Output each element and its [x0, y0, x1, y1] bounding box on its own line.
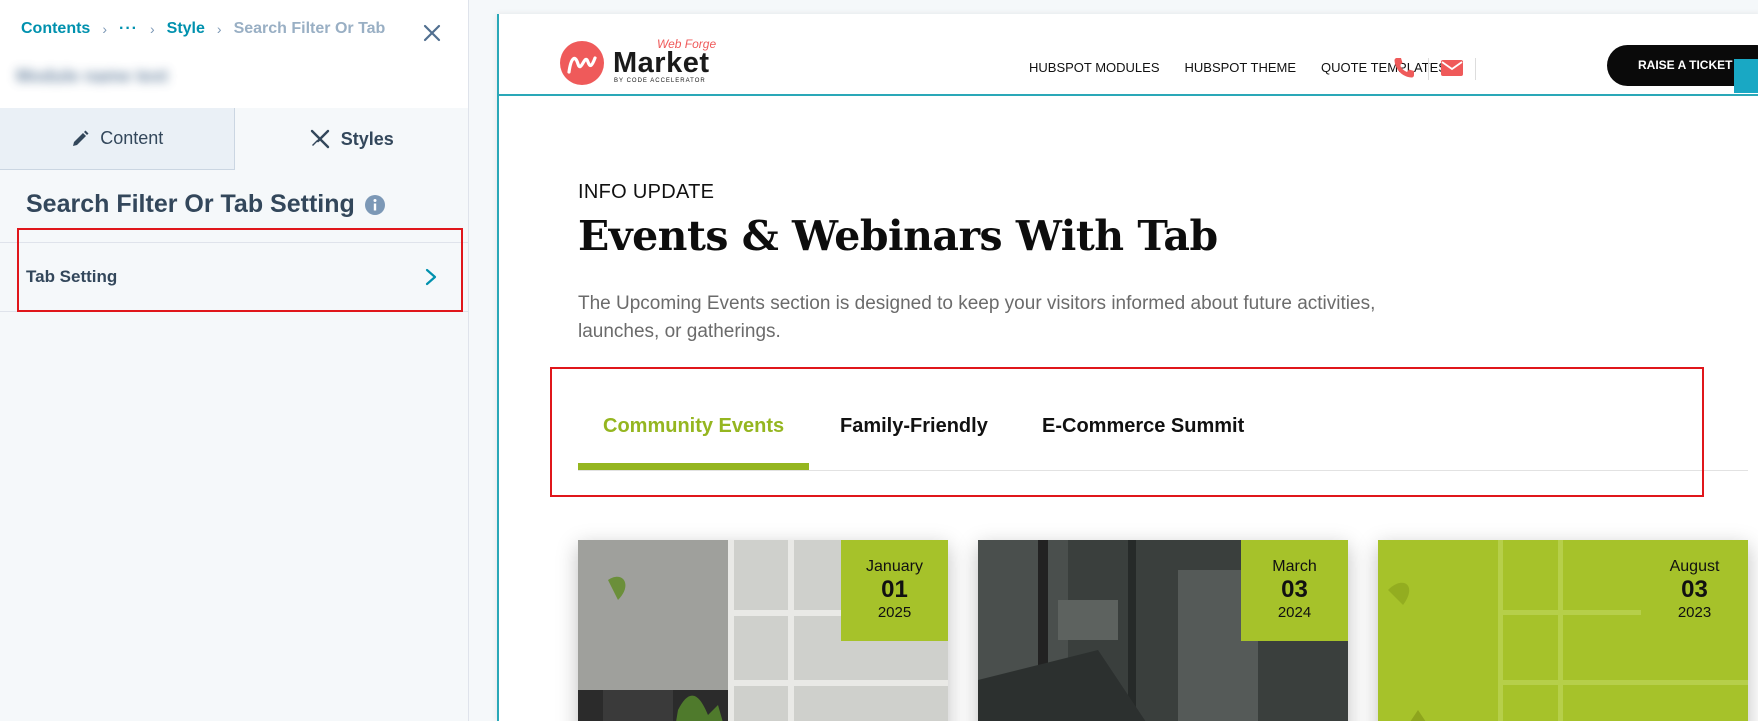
event-month: January [866, 558, 923, 575]
section-headline: Events & Webinars With Tab [578, 212, 1218, 260]
event-year: 2023 [1677, 604, 1712, 621]
logo-brand: Market [613, 47, 710, 79]
tab-content[interactable]: Content [0, 108, 235, 170]
close-icon[interactable] [419, 20, 445, 46]
breadcrumb-current: Search Filter Or Tab [233, 20, 386, 37]
event-month: August [1669, 558, 1720, 575]
tab-community-events[interactable]: Community Events [578, 404, 810, 470]
event-card[interactable]: March 03 2024 [978, 540, 1348, 721]
tab-setting-label: Tab Setting [26, 267, 118, 286]
event-card[interactable]: January 01 2025 [578, 540, 948, 721]
breadcrumb-style-link[interactable]: Style [167, 20, 205, 38]
editor-tabs: Content Styles [0, 108, 468, 170]
breadcrumb-contents-link[interactable]: Contents [21, 20, 90, 38]
event-card[interactable]: August 03 2023 [1378, 540, 1748, 721]
event-month: March [1272, 558, 1317, 575]
info-icon[interactable] [364, 194, 385, 215]
event-year: 2024 [1277, 604, 1312, 621]
logo-text: Web Forge Market BY CODE ACCELERATOR [613, 37, 723, 86]
styles-brush-icon [310, 129, 329, 149]
tab-setting-row[interactable]: Tab Setting [0, 242, 468, 312]
pencil-icon [73, 130, 89, 146]
logo-subtext: BY CODE ACCELERATOR [614, 78, 706, 84]
eyebrow-text: INFO UPDATE [578, 181, 715, 203]
page-preview: Web Forge Market BY CODE ACCELERATOR HUB… [497, 14, 1758, 721]
event-day: 01 [881, 576, 908, 603]
chevron-right-icon: › [102, 21, 107, 37]
event-date-badge: January 01 2025 [841, 540, 948, 641]
phone-icon[interactable] [1392, 56, 1416, 80]
editor-header: Contents › ··· › Style › Search Filter O… [0, 0, 468, 109]
header-divider [1475, 58, 1476, 80]
editor-sidebar: Contents › ··· › Style › Search Filter O… [0, 0, 469, 721]
breadcrumb: Contents › ··· › Style › Search Filter O… [21, 20, 385, 38]
site-logo[interactable]: Web Forge Market BY CODE ACCELERATOR [559, 37, 723, 86]
tab-e-commerce-summit[interactable]: E-Commerce Summit [1042, 404, 1244, 470]
chevron-right-icon [425, 268, 437, 286]
section-title: Search Filter Or Tab Setting [26, 190, 385, 219]
event-date-badge: August 03 2023 [1641, 540, 1748, 641]
section-title-text: Search Filter Or Tab Setting [26, 190, 355, 218]
breadcrumb-more-button[interactable]: ··· [119, 20, 138, 38]
header-divider [1428, 58, 1429, 80]
mail-icon[interactable] [1440, 56, 1464, 80]
main-nav: HUBSPOT MODULES HUBSPOT THEME QUOTE TEMP… [1029, 60, 1447, 75]
nav-hubspot-modules[interactable]: HUBSPOT MODULES [1029, 60, 1160, 75]
section-description: The Upcoming Events section is designed … [578, 293, 1376, 342]
chevron-right-icon: › [149, 21, 155, 37]
site-header: Web Forge Market BY CODE ACCELERATOR HUB… [499, 14, 1758, 96]
tab-family-friendly[interactable]: Family-Friendly [840, 404, 988, 470]
tab-content-label: Content [100, 128, 164, 148]
event-day: 03 [1281, 576, 1308, 603]
event-date-badge: March 03 2024 [1241, 540, 1348, 641]
event-day: 03 [1681, 576, 1708, 603]
teal-edge-tab[interactable] [1734, 59, 1758, 93]
chevron-right-icon: › [216, 21, 222, 37]
module-name-blurred: Module name text [16, 66, 169, 86]
event-tabs: Community Events Family-Friendly E-Comme… [578, 404, 1748, 471]
tab-styles[interactable]: Styles [234, 108, 468, 170]
event-year: 2025 [877, 604, 912, 621]
nav-hubspot-theme[interactable]: HUBSPOT THEME [1185, 60, 1296, 75]
tab-styles-label: Styles [340, 128, 394, 149]
logo-mark-icon [560, 41, 604, 85]
